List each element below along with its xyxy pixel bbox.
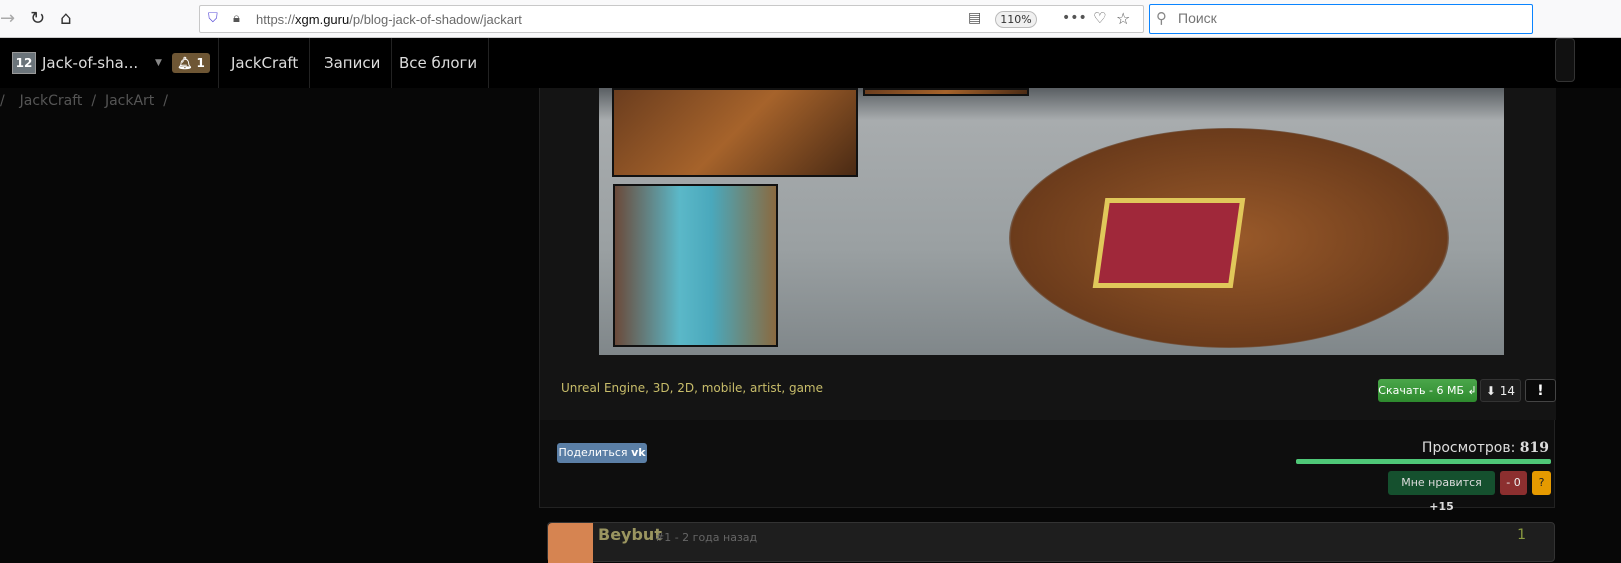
crumb-jackcraft[interactable]: JackCraft xyxy=(20,93,83,109)
views-bar-fill xyxy=(1296,459,1551,464)
comment-author[interactable]: Beybut xyxy=(598,525,662,544)
home-icon[interactable]: ⌂ xyxy=(60,8,71,29)
star-icon[interactable]: ☆ xyxy=(1116,9,1130,28)
lock-icon[interactable]: 🔒︎ xyxy=(233,11,240,26)
thumbnail[interactable] xyxy=(863,88,1029,96)
thumbnail[interactable] xyxy=(613,184,778,347)
scroll-top-button[interactable] xyxy=(1555,38,1575,82)
post: Unreal Engine, 3D, 2D, mobile, artist, g… xyxy=(539,88,1556,513)
zoom-level[interactable]: 110% xyxy=(995,11,1037,28)
report-button[interactable]: ! xyxy=(1525,379,1556,402)
vk-share-button[interactable]: Поделиться vk xyxy=(557,443,647,463)
views-bar xyxy=(1296,459,1551,464)
avatar[interactable] xyxy=(548,523,593,563)
bell-icon: 🔔︎ xyxy=(177,56,193,70)
notifications-button[interactable]: 🔔︎ 1 xyxy=(172,53,210,73)
question-button[interactable]: ? xyxy=(1532,471,1551,495)
search-input[interactable] xyxy=(1178,10,1518,26)
nav-jackcraft[interactable]: JackCraft xyxy=(220,38,311,88)
breadcrumb: / JackCraft / JackArt / xyxy=(0,93,168,109)
views-count: Просмотров: 819 xyxy=(1421,440,1549,456)
post-image[interactable] xyxy=(599,88,1504,355)
image-book xyxy=(1092,198,1246,288)
pocket-icon[interactable]: ♡ xyxy=(1093,9,1106,27)
comment-score: 1 xyxy=(1517,527,1526,543)
search-box[interactable]: ⚲ xyxy=(1149,4,1533,34)
download-count: ⬇ 14 xyxy=(1480,379,1521,402)
browser-toolbar: → ↻ ⌂ ⛉ 🔒︎ https://xgm.guru/p/blog-jack-… xyxy=(0,0,1621,38)
caret-down-icon: ▼ xyxy=(155,58,162,68)
more-icon[interactable]: ••• xyxy=(1062,10,1087,26)
thumbnail[interactable] xyxy=(612,88,858,177)
download-icon: ⬇ xyxy=(1485,384,1496,398)
crumb-jackart[interactable]: JackArt xyxy=(105,93,154,109)
search-icon: ⚲ xyxy=(1156,9,1167,27)
comment: Beybut #1 - 2 года назад 1 xyxy=(547,522,1555,563)
address-bar[interactable]: ⛉ 🔒︎ https://xgm.guru/p/blog-jack-of-sha… xyxy=(199,5,1144,33)
post-body: Unreal Engine, 3D, 2D, mobile, artist, g… xyxy=(540,88,1556,420)
vk-icon: vk xyxy=(631,446,646,459)
nav-all-blogs[interactable]: Все блоги xyxy=(388,38,490,88)
like-button[interactable]: Мне нравится +15 xyxy=(1388,471,1495,513)
download-button[interactable]: Скачать - 6 МБ ↲ xyxy=(1378,379,1477,402)
reader-view-icon[interactable]: ▤ xyxy=(968,10,981,26)
nav-posts[interactable]: Записи xyxy=(313,38,393,88)
comment-meta: #1 - 2 года назад xyxy=(655,531,758,544)
url-text[interactable]: https://xgm.guru/p/blog-jack-of-shadow/j… xyxy=(256,12,522,27)
site-nav: 12 Jack-of-sha... ▼ JackCraft Записи Все … xyxy=(0,38,1621,88)
post-tags[interactable]: Unreal Engine, 3D, 2D, mobile, artist, g… xyxy=(561,381,823,395)
shield-icon[interactable]: ⛉ xyxy=(208,11,218,26)
reload-icon[interactable]: ↻ xyxy=(30,8,45,29)
dislike-button[interactable]: - 0 xyxy=(1500,471,1527,495)
forward-icon[interactable]: → xyxy=(0,8,15,29)
